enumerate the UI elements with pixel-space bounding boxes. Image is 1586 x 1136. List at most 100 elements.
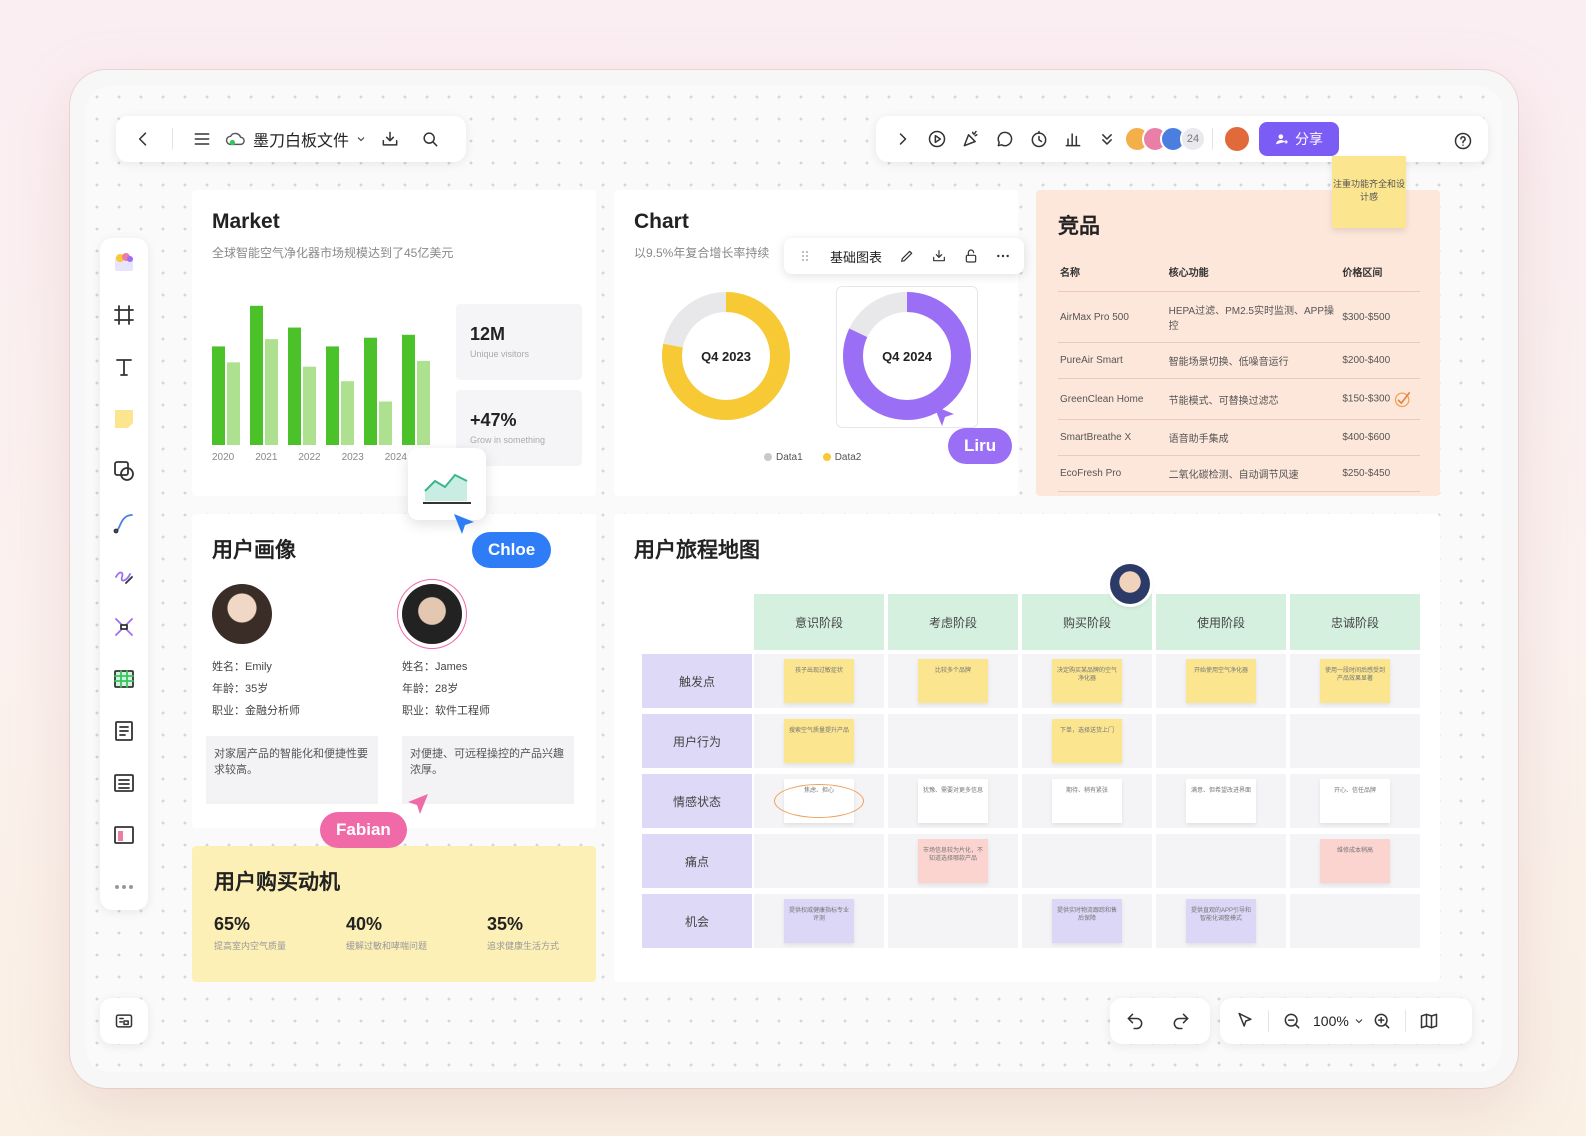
zoom-out-icon[interactable] <box>1275 1004 1309 1038</box>
divider <box>172 128 173 150</box>
table-row: AirMax Pro 500 HEPA过滤、PM2.5实时监测、APP操控 $300… <box>1058 291 1420 343</box>
sticky-note[interactable]: 满意、但希望改进界面 <box>1186 779 1256 823</box>
grid-cell[interactable] <box>1290 894 1420 948</box>
sticky-note[interactable]: 孩子出现过敏症状 <box>784 659 854 703</box>
layout-icon[interactable] <box>107 818 141 852</box>
donut-label: Q4 2024 <box>882 349 933 364</box>
download-icon[interactable] <box>373 122 407 156</box>
legend-item: Data2 <box>822 452 862 463</box>
pen-icon[interactable] <box>107 558 141 592</box>
sticky-note[interactable]: 犹豫、需要对更多信息 <box>918 779 988 823</box>
chart-type-selector[interactable]: 基础图表 <box>824 247 888 266</box>
divider <box>1404 1010 1406 1032</box>
vote-chart-icon[interactable] <box>1056 122 1090 156</box>
frame-icon[interactable] <box>107 298 141 332</box>
persona-job: 职业：软件工程师 <box>402 705 490 717</box>
drag-handle-icon[interactable] <box>792 243 818 269</box>
year-axis: 2020 2021 2022 2023 2024 <box>212 452 437 463</box>
minimap-icon[interactable] <box>108 1004 140 1038</box>
shape-icon[interactable] <box>107 454 141 488</box>
sticky-note[interactable]: 提供实时物流跟踪和售后保障 <box>1052 899 1122 943</box>
floating-chart-widget[interactable] <box>408 448 486 520</box>
comment-icon[interactable] <box>988 122 1022 156</box>
collaborator-avatar[interactable] <box>1110 564 1150 604</box>
persona-age: 年龄：35岁 <box>212 683 269 695</box>
cell-feature: HEPA过滤、PM2.5实时监测、APP操控 <box>1166 291 1341 343</box>
grid-cell[interactable] <box>888 894 1018 948</box>
help-icon[interactable] <box>1446 124 1480 158</box>
share-button[interactable]: 分享 <box>1259 122 1339 156</box>
chevron-down-icon[interactable] <box>1353 1015 1365 1027</box>
sticky-note[interactable]: 比较多个品牌 <box>918 659 988 703</box>
table-row: SmartBreathe X 语音助手集成 $400-$600 <box>1058 419 1420 456</box>
persona-name: 姓名：Emily <box>212 661 272 673</box>
bar <box>379 401 392 445</box>
cell-price: $400-$600 <box>1340 419 1420 456</box>
legend-dot <box>764 453 772 462</box>
collaborators[interactable]: 24 <box>1124 126 1206 152</box>
grid-cell[interactable] <box>1290 714 1420 768</box>
sticky-note[interactable]: 期待、稍有紧张 <box>1052 779 1122 823</box>
purchase-motive-card[interactable]: 用户购买动机 65% 提高室内空气质量 40% 缓解过敏和哮喘问题 35% 追求健康生… <box>192 846 596 982</box>
document-icon[interactable] <box>107 714 141 748</box>
bar <box>417 360 430 445</box>
search-icon[interactable] <box>413 122 447 156</box>
motive-stat: 65% 提高室内空气质量 <box>214 914 286 952</box>
sticky-note[interactable]: 提供直观的APP引导和智能化调整模式 <box>1186 899 1256 943</box>
edit-icon[interactable] <box>894 243 920 269</box>
competitor-table: 名称 核心功能 价格区间 AirMax Pro 500 HEPA过滤、PM2.5实… <box>1058 260 1420 492</box>
bar <box>265 339 278 445</box>
sticky-note[interactable]: 维修成本稍高 <box>1320 839 1390 883</box>
motive-label: 缓解过敏和哮喘问题 <box>346 941 428 951</box>
grid-cell[interactable] <box>1022 834 1152 888</box>
my-avatar[interactable] <box>1223 125 1251 153</box>
grid-cell[interactable] <box>1156 834 1286 888</box>
timer-icon[interactable] <box>1022 122 1056 156</box>
celebrate-icon[interactable] <box>954 122 988 156</box>
more-tools-icon[interactable] <box>107 870 141 904</box>
menu-icon[interactable] <box>185 122 219 156</box>
cell-price: $150-$300 <box>1340 378 1420 420</box>
motive-value: 40% <box>346 914 383 934</box>
sticky-note[interactable]: 提供权威健康指标专业评测 <box>784 899 854 943</box>
unlock-icon[interactable] <box>958 243 984 269</box>
grid-cell[interactable] <box>754 834 884 888</box>
collapse-arrow-icon[interactable] <box>886 122 920 156</box>
grid-cell[interactable] <box>888 714 1018 768</box>
sticky-note[interactable]: 开始使用空气净化器 <box>1186 659 1256 703</box>
sticky-note[interactable]: 决定购买某品牌的空气净化器 <box>1052 659 1122 703</box>
sticky-note[interactable]: 开心、信任品牌 <box>1320 779 1390 823</box>
play-icon[interactable] <box>920 122 954 156</box>
back-icon[interactable] <box>126 122 160 156</box>
sticky-note[interactable]: 注重功能齐全和设计感 <box>1332 156 1406 228</box>
sticky-note[interactable]: 使用一段时间后感受到产品效果显著 <box>1320 659 1390 703</box>
whiteboard-canvas[interactable]: 墨刀白板文件 24 分享 Market 全球智能空气净化器市场规模达到了45亿美… <box>86 86 1502 1072</box>
zoom-in-icon[interactable] <box>1365 1004 1399 1038</box>
document-title-dropdown[interactable]: 墨刀白板文件 <box>225 127 367 151</box>
zoom-level[interactable]: 100% <box>1309 1013 1353 1029</box>
row-header: 痛点 <box>642 834 752 888</box>
more-down-icon[interactable] <box>1090 122 1124 156</box>
sticky-note[interactable]: 搜索空气质量提升产品 <box>784 719 854 763</box>
legend-label: Data2 <box>834 452 862 463</box>
more-icon[interactable] <box>990 243 1016 269</box>
list-icon[interactable] <box>107 766 141 800</box>
grid-cell[interactable] <box>1156 714 1286 768</box>
collaborator-count: 24 <box>1180 126 1206 152</box>
sticky-note[interactable]: 市场信息较为片化，不知道选择哪款产品 <box>918 839 988 883</box>
select-pointer-icon[interactable] <box>1228 1004 1262 1038</box>
mindmap-icon[interactable] <box>107 610 141 644</box>
connector-icon[interactable] <box>107 506 141 540</box>
redo-icon[interactable] <box>1164 1004 1198 1038</box>
market-card[interactable]: Market 全球智能空气净化器市场规模达到了45亿美元 2020 2021 2… <box>192 190 596 496</box>
sticky-note-icon[interactable] <box>107 402 141 436</box>
table-icon[interactable] <box>107 662 141 696</box>
text-icon[interactable] <box>107 350 141 384</box>
journey-map-card[interactable]: 用户旅程地图 意识阶段 考虑阶段 购买阶段 使用阶段 忠诚阶段 触发点 孩子出现过敏症状 比较… <box>614 514 1440 982</box>
competitor-card[interactable]: 竞品 名称 核心功能 价格区间 AirMax Pro 500 HEPA过滤、PM2… <box>1036 190 1440 496</box>
sticky-note[interactable]: 下单，选择送货上门 <box>1052 719 1122 763</box>
template-icon[interactable] <box>107 246 141 280</box>
undo-icon[interactable] <box>1118 1004 1152 1038</box>
download-icon[interactable] <box>926 243 952 269</box>
map-view-icon[interactable] <box>1412 1004 1446 1038</box>
